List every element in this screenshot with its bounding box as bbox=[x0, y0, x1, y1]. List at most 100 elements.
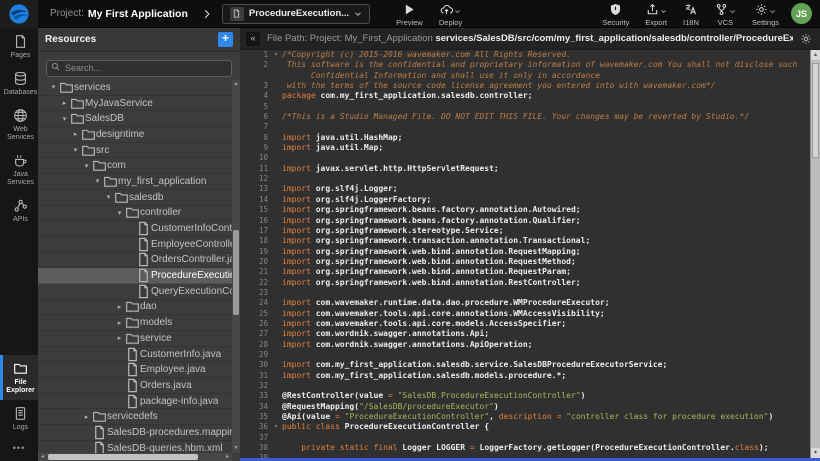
tree-expanded-arrow-icon[interactable]: ▾ bbox=[70, 146, 81, 154]
fold-spacer bbox=[270, 371, 282, 381]
logs-icon bbox=[13, 406, 28, 421]
tree-item-queryexecutioncontroller-java[interactable]: QueryExecutionController.java bbox=[38, 284, 232, 300]
tree-item-label: QueryExecutionController.java bbox=[151, 286, 232, 297]
tree-item-salesdb-procedures-mappings-json[interactable]: SalesDB-procedures.mappings.json bbox=[38, 425, 232, 441]
scroll-down-icon[interactable]: ▾ bbox=[811, 448, 820, 458]
tree-item-myjavaservice[interactable]: ▸MyJavaService bbox=[38, 96, 232, 112]
scroll-up-icon[interactable]: ▴ bbox=[232, 80, 240, 89]
tree-item-label: service bbox=[140, 333, 172, 344]
tree-item-salesdb[interactable]: ▾salesdb bbox=[38, 190, 232, 206]
i18n-button[interactable]: I18N bbox=[683, 0, 699, 27]
tree-item-services[interactable]: ▾services bbox=[38, 80, 232, 96]
branch-icon bbox=[715, 3, 728, 16]
tree-item-procedureexecutioncontroller-java[interactable]: ProcedureExecutionController.java bbox=[38, 268, 232, 284]
tree-item-service[interactable]: ▸ service bbox=[38, 331, 232, 347]
vcs-button[interactable]: VCS bbox=[715, 0, 736, 27]
tree-item-orderscontroller-java[interactable]: OrdersController.java bbox=[38, 253, 232, 269]
tree-item-my-first-application[interactable]: ▾my_first_application bbox=[38, 174, 232, 190]
tree-expanded-arrow-icon[interactable]: ▾ bbox=[92, 177, 103, 185]
tree-vscroll-thumb[interactable] bbox=[233, 230, 239, 315]
scroll-left-icon[interactable]: ◂ bbox=[38, 453, 47, 461]
tree-expanded-arrow-icon[interactable]: ▾ bbox=[59, 115, 70, 123]
tree-item-salesdb[interactable]: ▾SalesDB bbox=[38, 111, 232, 127]
more-options-button[interactable]: ••• bbox=[0, 437, 38, 461]
tree-item-designtime[interactable]: ▸designtime bbox=[38, 127, 232, 143]
tree-item-package-info-java[interactable]: package-info.java bbox=[38, 394, 232, 410]
folder-icon bbox=[70, 111, 85, 126]
tree-item-src[interactable]: ▾src bbox=[38, 143, 232, 159]
fold-marker-icon[interactable]: ▾ bbox=[270, 50, 282, 60]
tree-item-label: ProcedureExecutionController.java bbox=[151, 270, 232, 281]
tree-collapsed-arrow-icon[interactable]: ▸ bbox=[114, 303, 125, 311]
code-editor[interactable]: 1▾/*Copyright (c) 2015-2016 wavemaker.co… bbox=[240, 50, 810, 458]
export-button[interactable]: Export bbox=[645, 0, 667, 27]
tree-expanded-arrow-icon[interactable]: ▾ bbox=[103, 193, 114, 201]
tree-expanded-arrow-icon[interactable]: ▾ bbox=[114, 209, 125, 217]
sidebar-item-pages[interactable]: Pages bbox=[0, 28, 38, 65]
tree-item-servicedefs[interactable]: ▸servicedefs bbox=[38, 409, 232, 425]
add-resource-button[interactable]: + bbox=[218, 32, 233, 47]
editor-vscroll-thumb[interactable] bbox=[812, 63, 819, 158]
tree-vertical-scrollbar[interactable]: ▴ ▾ bbox=[232, 80, 240, 453]
tree-collapsed-arrow-icon[interactable]: ▸ bbox=[114, 319, 125, 327]
user-avatar[interactable]: JS bbox=[791, 3, 812, 24]
line-number: 3 bbox=[240, 81, 270, 91]
tree-item-label: controller bbox=[140, 207, 181, 218]
sidebar-item-databases[interactable]: Databases bbox=[0, 65, 38, 102]
code-line: 3 with the terms of the source code lice… bbox=[240, 81, 810, 91]
sidebar-item-label: Logs bbox=[13, 424, 28, 432]
collapse-panel-button[interactable]: « bbox=[246, 32, 260, 46]
sidebar-item-logs[interactable]: Logs bbox=[0, 400, 38, 437]
tree-item-employee-java[interactable]: Employee.java bbox=[38, 362, 232, 378]
code-line: 8import java.util.HashMap; bbox=[240, 133, 810, 143]
tree-collapsed-arrow-icon[interactable]: ▸ bbox=[114, 334, 125, 342]
editor-vertical-scrollbar[interactable]: ▴ ▾ bbox=[810, 50, 820, 458]
deploy-button[interactable]: Deploy bbox=[439, 0, 462, 27]
preview-button[interactable]: Preview bbox=[396, 0, 423, 27]
search-input[interactable] bbox=[46, 60, 232, 77]
fold-spacer bbox=[270, 195, 282, 205]
tree-item-employeecontroller-java[interactable]: EmployeeController.java bbox=[38, 237, 232, 253]
tree-item-orders-java[interactable]: Orders.java bbox=[38, 378, 232, 394]
line-number: 35 bbox=[240, 412, 270, 422]
settings-button[interactable]: Settings bbox=[752, 0, 779, 27]
sidebar-item-web-services[interactable]: Web Services bbox=[0, 102, 38, 147]
code-text: import com.wordnik.swagger.annotations.A… bbox=[282, 329, 810, 339]
tree-horizontal-scrollbar[interactable]: ◂ ▸ bbox=[38, 453, 232, 461]
folder-icon bbox=[59, 80, 74, 95]
tree-item-customerinfocontroller-java[interactable]: CustomerInfoController.java bbox=[38, 221, 232, 237]
scroll-right-icon[interactable]: ▸ bbox=[223, 453, 232, 461]
tree-item-controller[interactable]: ▾ controller bbox=[38, 206, 232, 222]
scroll-up-icon[interactable]: ▴ bbox=[811, 50, 820, 60]
sidebar-item-apis[interactable]: APIs bbox=[0, 192, 38, 229]
tree-item-com[interactable]: ▾com bbox=[38, 158, 232, 174]
tree-collapsed-arrow-icon[interactable]: ▸ bbox=[59, 99, 70, 107]
editor-settings-gear-icon[interactable] bbox=[800, 33, 812, 45]
code-text bbox=[282, 174, 810, 184]
project-name: My First Application bbox=[88, 8, 188, 20]
tree-expanded-arrow-icon[interactable]: ▾ bbox=[48, 83, 59, 91]
deploy-label: Deploy bbox=[439, 18, 462, 27]
tree-hscroll-thumb[interactable] bbox=[48, 454, 198, 460]
tree-expanded-arrow-icon[interactable]: ▾ bbox=[81, 162, 92, 170]
wavemaker-logo[interactable] bbox=[0, 0, 38, 28]
settings-label: Settings bbox=[752, 18, 779, 27]
code-text: import com.wavemaker.runtime.data.dao.pr… bbox=[282, 298, 810, 308]
open-file-dropdown[interactable]: ProcedureExecution... bbox=[222, 4, 370, 24]
tree-collapsed-arrow-icon[interactable]: ▸ bbox=[70, 130, 81, 138]
code-text: This software is the confidential and pr… bbox=[282, 60, 810, 70]
tree-collapsed-arrow-icon[interactable]: ▸ bbox=[81, 413, 92, 421]
tree-item-salesdb-queries-hbm-xml[interactable]: SalesDB-queries.hbm.xml bbox=[38, 441, 232, 453]
security-button[interactable]: Security bbox=[602, 0, 629, 27]
fold-spacer bbox=[270, 319, 282, 329]
sidebar-item-file-explorer[interactable]: File Explorer bbox=[0, 355, 38, 400]
sidebar-item-java-services[interactable]: Java Services bbox=[0, 147, 38, 192]
code-line: 10 bbox=[240, 153, 810, 163]
tree-item-dao[interactable]: ▸dao bbox=[38, 300, 232, 316]
tree-item-customerinfo-java[interactable]: CustomerInfo.java bbox=[38, 347, 232, 363]
fold-marker-icon[interactable]: ▾ bbox=[270, 422, 282, 432]
scroll-down-icon[interactable]: ▾ bbox=[232, 444, 240, 453]
database-icon bbox=[13, 71, 28, 86]
file-path-prefix: File Path: Project: My_First_Application bbox=[267, 33, 435, 44]
tree-item-models[interactable]: ▸models bbox=[38, 315, 232, 331]
